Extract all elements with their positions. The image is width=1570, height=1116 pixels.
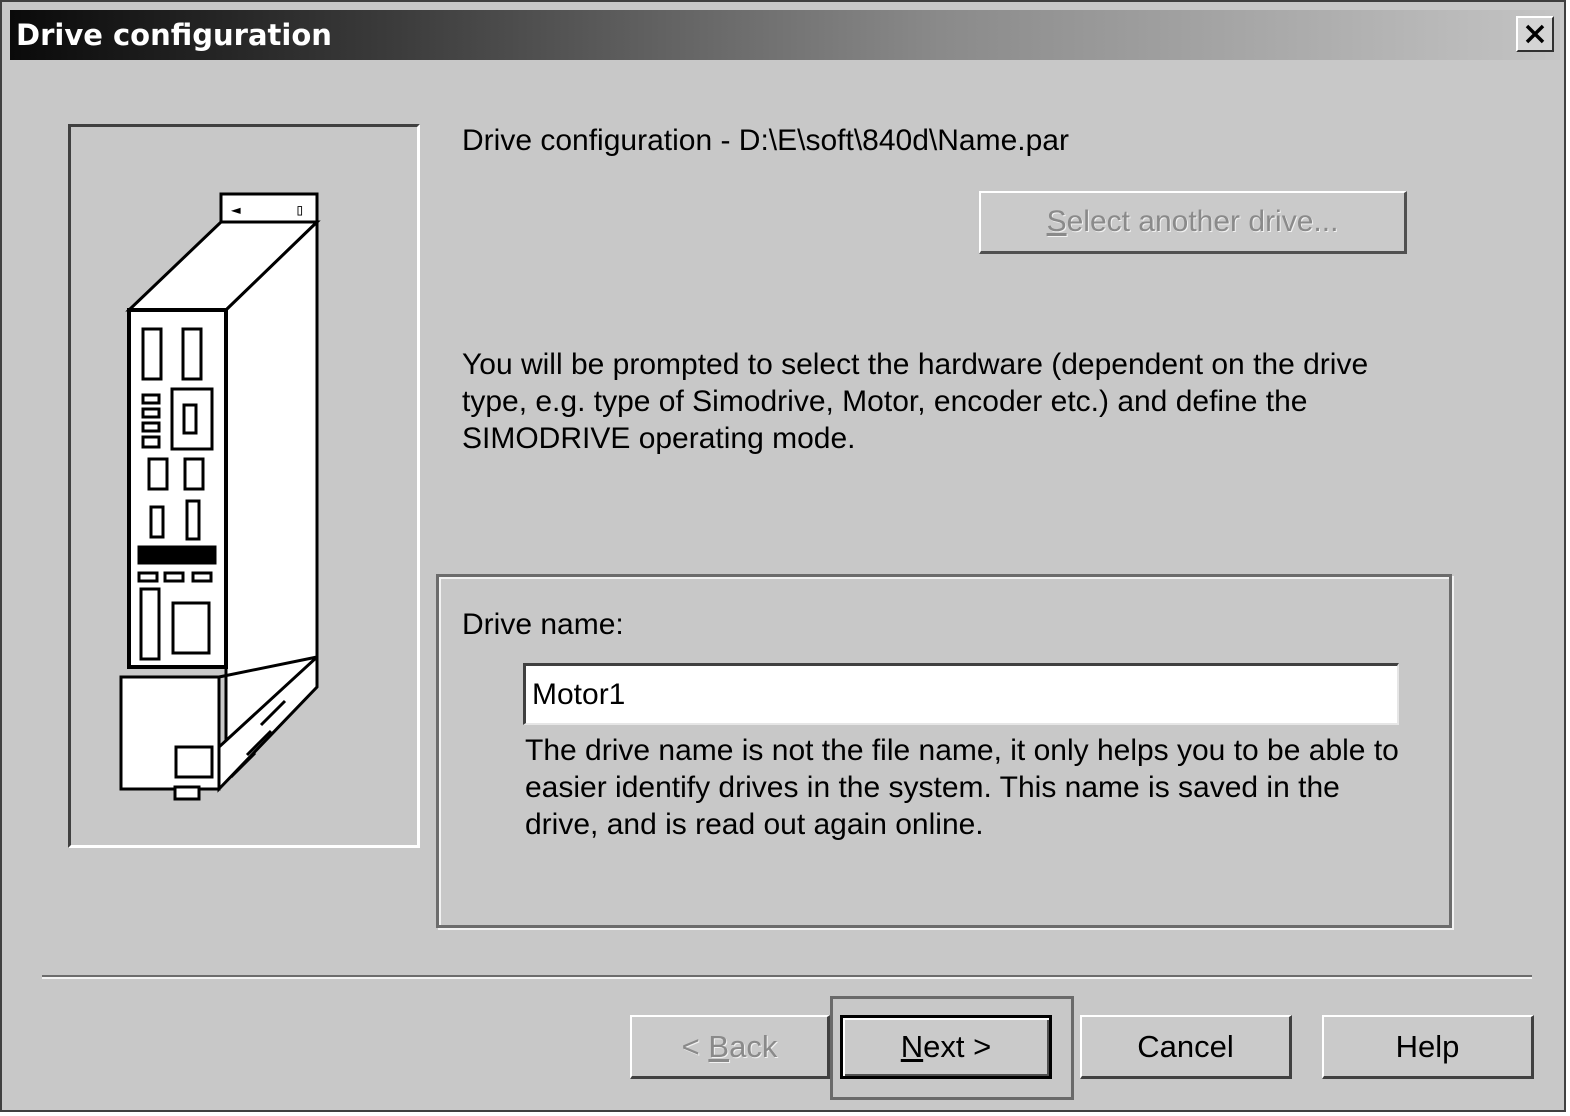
drive-name-input[interactable] <box>523 663 1399 725</box>
svg-text:▯: ▯ <box>295 200 305 219</box>
back-label: ack <box>729 1028 778 1064</box>
help-button[interactable]: Help <box>1322 1015 1534 1079</box>
next-button[interactable]: Next > <box>840 1015 1052 1079</box>
back-button[interactable]: < Back <box>630 1015 830 1079</box>
prompt-description: You will be prompted to select the hardw… <box>462 348 1369 455</box>
config-path-label: Drive configuration - D:\E\soft\840d\Nam… <box>462 124 1069 157</box>
cancel-button[interactable]: Cancel <box>1080 1015 1292 1079</box>
next-label: ext > <box>923 1029 992 1064</box>
drive-illustration-frame: ◄ ▯ <box>68 124 420 848</box>
close-icon <box>1525 24 1545 44</box>
back-prefix: < <box>681 1028 709 1064</box>
back-mnemonic: B <box>708 1028 730 1064</box>
svg-text:◄: ◄ <box>231 200 241 219</box>
close-button[interactable] <box>1516 16 1554 52</box>
button-separator <box>42 975 1532 979</box>
cancel-label: Cancel <box>1137 1028 1234 1064</box>
simodrive-module-icon: ◄ ▯ <box>119 192 321 801</box>
drive-name-label: Drive name: <box>462 608 624 641</box>
select-another-drive-button[interactable]: Select another drive... <box>979 191 1407 254</box>
select-drive-mnemonic: S <box>1046 205 1067 238</box>
window-title: Drive configuration <box>16 18 332 52</box>
title-bar: Drive configuration <box>10 10 1560 60</box>
help-label: Help <box>1395 1028 1460 1064</box>
next-mnemonic: N <box>900 1029 924 1064</box>
select-drive-label: elect another drive... <box>1066 205 1339 238</box>
drive-name-help-text: The drive name is not the file name, it … <box>525 734 1399 841</box>
drive-configuration-dialog: Drive configuration ◄ ▯ Drive configurat… <box>0 0 1566 1112</box>
